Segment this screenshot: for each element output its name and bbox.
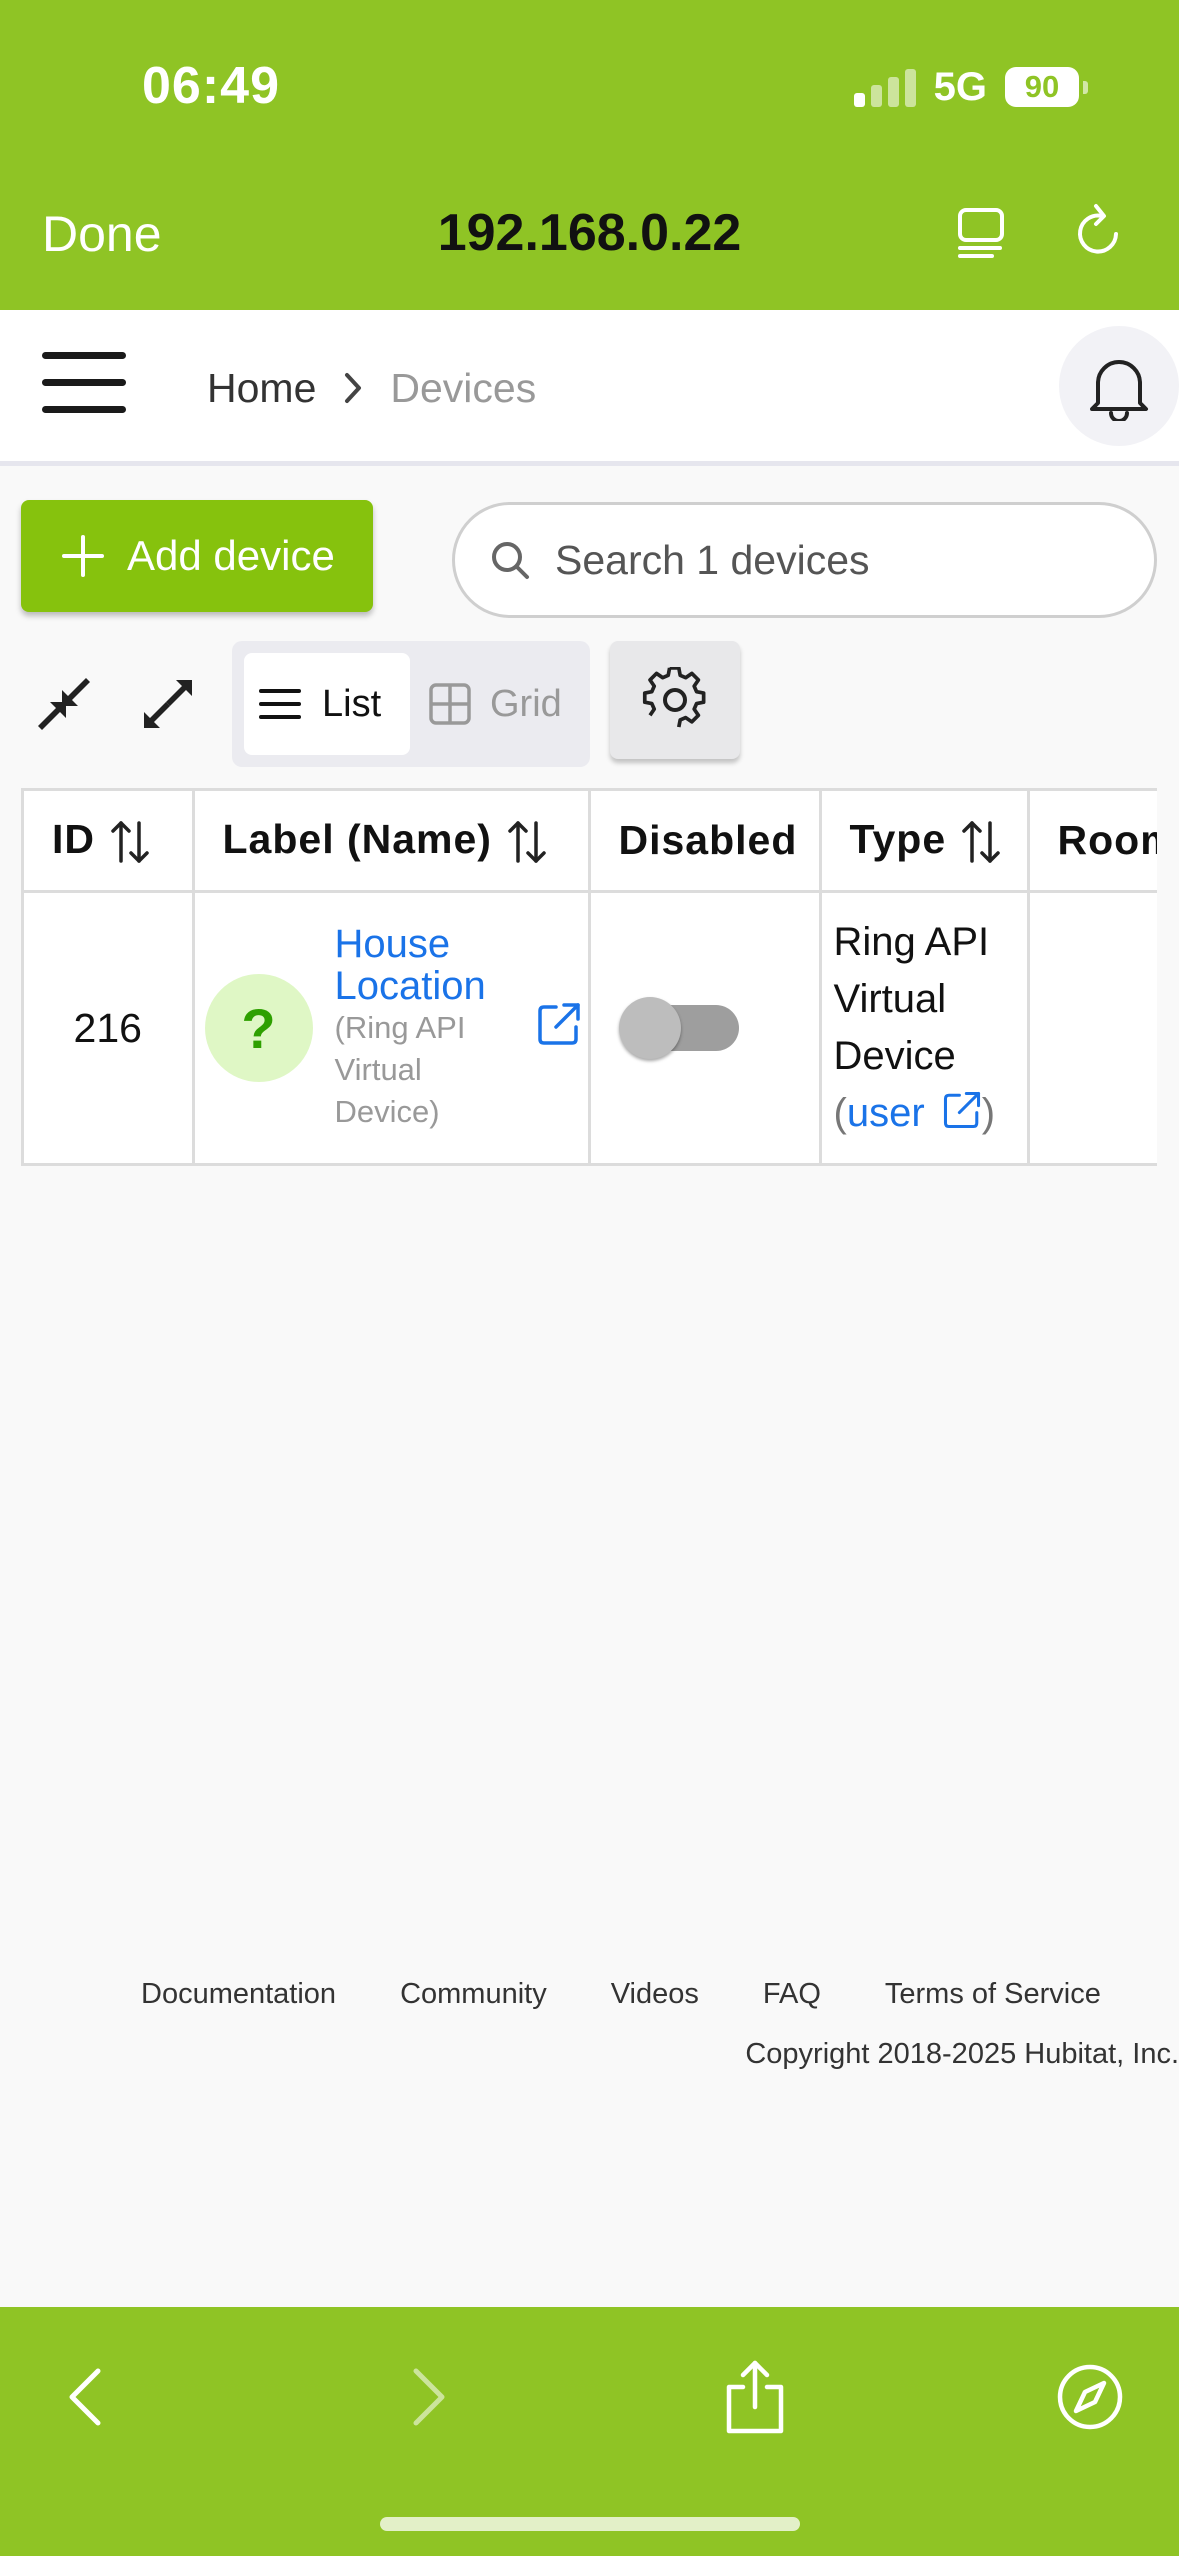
battery-icon: 90 xyxy=(1005,67,1088,107)
grid-icon xyxy=(429,683,471,725)
sort-icon xyxy=(962,821,1000,863)
gear-icon xyxy=(642,667,706,728)
device-label-cell: ? House Location (Ring API Virtual Devic… xyxy=(193,890,591,1163)
type-close-paren: ) xyxy=(981,1091,996,1136)
footer-links: Documentation Community Videos FAQ Terms… xyxy=(141,1978,1101,2011)
view-grid-button[interactable]: Grid xyxy=(418,653,578,755)
sort-icon xyxy=(111,821,149,863)
footer-link-videos[interactable]: Videos xyxy=(611,1978,699,2011)
sort-icon xyxy=(508,821,546,863)
footer-link-terms[interactable]: Terms of Service xyxy=(885,1978,1101,2011)
device-label-link-line2[interactable]: Location xyxy=(335,965,515,1007)
add-device-button[interactable]: Add device xyxy=(21,500,373,612)
share-icon[interactable] xyxy=(715,2357,795,2437)
device-avatar: ? xyxy=(204,974,313,1083)
device-type-line2: Virtual xyxy=(833,977,947,1022)
notifications-button[interactable] xyxy=(1059,326,1179,446)
search-input[interactable] xyxy=(555,536,1135,584)
external-link-icon[interactable] xyxy=(536,1001,582,1047)
view-list-button[interactable]: List xyxy=(244,653,410,755)
type-open-paren: ( xyxy=(833,1091,847,1136)
breadcrumb: Home Devices xyxy=(207,358,536,418)
devices-table: ID Label (Name) Disabled Type Room 216 ?… xyxy=(21,788,1157,1166)
device-type-cell: Ring API Virtual Device (user ) xyxy=(820,890,1030,1163)
toggle-knob xyxy=(618,997,681,1060)
back-icon[interactable] xyxy=(48,2357,128,2437)
disabled-toggle[interactable] xyxy=(618,997,739,1060)
plus-icon xyxy=(62,535,104,577)
status-indicators: 5G 90 xyxy=(853,62,1088,112)
home-indicator xyxy=(380,2517,800,2531)
app-header: Home Devices xyxy=(0,310,1179,466)
menu-icon[interactable] xyxy=(42,352,126,418)
footer-link-community[interactable]: Community xyxy=(400,1978,547,2011)
list-icon xyxy=(259,689,301,719)
view-grid-label: Grid xyxy=(490,682,562,725)
browser-top-bar: 06:49 5G 90 Done 192.168.0.22 xyxy=(0,0,1179,310)
type-user-link[interactable]: user xyxy=(847,1091,925,1135)
column-disabled: Disabled xyxy=(589,788,822,892)
device-name-line3: Device) xyxy=(334,1094,440,1130)
reader-icon[interactable] xyxy=(950,200,1014,264)
column-type[interactable]: Type xyxy=(820,788,1030,892)
compass-icon[interactable] xyxy=(1050,2357,1130,2437)
signal-icon xyxy=(853,67,916,107)
device-name-line1: (Ring API xyxy=(334,1010,466,1046)
device-room-cell xyxy=(1028,890,1157,1163)
table-row: 216 ? House Location (Ring API Virtual D… xyxy=(24,890,1157,1163)
device-disabled-cell xyxy=(589,890,822,1163)
footer-link-documentation[interactable]: Documentation xyxy=(141,1978,336,2011)
reload-icon[interactable] xyxy=(1068,200,1132,264)
search-box[interactable] xyxy=(452,502,1157,618)
search-icon xyxy=(492,542,529,579)
chevron-right-icon xyxy=(345,373,362,403)
breadcrumb-devices: Devices xyxy=(390,364,537,411)
collapse-icon[interactable] xyxy=(32,672,96,736)
device-type-line3: Device xyxy=(833,1034,956,1079)
bell-icon xyxy=(1090,360,1148,421)
browser-bottom-bar xyxy=(0,2307,1179,2556)
device-label-link-line1[interactable]: House xyxy=(335,923,515,965)
network-label: 5G xyxy=(933,64,987,109)
view-toggle: List Grid xyxy=(232,641,590,767)
device-id: 216 xyxy=(24,890,195,1163)
column-label[interactable]: Label (Name) xyxy=(193,788,591,892)
footer-link-faq[interactable]: FAQ xyxy=(763,1978,821,2011)
forward-icon[interactable] xyxy=(386,2357,466,2437)
external-link-icon[interactable] xyxy=(942,1090,982,1130)
copyright-text: Copyright 2018-2025 Hubitat, Inc. xyxy=(745,2038,1179,2070)
add-device-label: Add device xyxy=(127,532,335,579)
status-time: 06:49 xyxy=(142,57,280,115)
column-id[interactable]: ID xyxy=(24,788,195,892)
breadcrumb-home[interactable]: Home xyxy=(207,365,316,412)
table-header-row: ID Label (Name) Disabled Type Room xyxy=(24,788,1157,892)
view-list-label: List xyxy=(322,682,382,725)
column-room[interactable]: Room xyxy=(1028,788,1157,892)
device-name-line2: Virtual xyxy=(334,1052,422,1088)
settings-button[interactable] xyxy=(610,641,740,759)
device-type-line1: Ring API xyxy=(833,920,990,965)
expand-icon[interactable] xyxy=(136,672,200,736)
